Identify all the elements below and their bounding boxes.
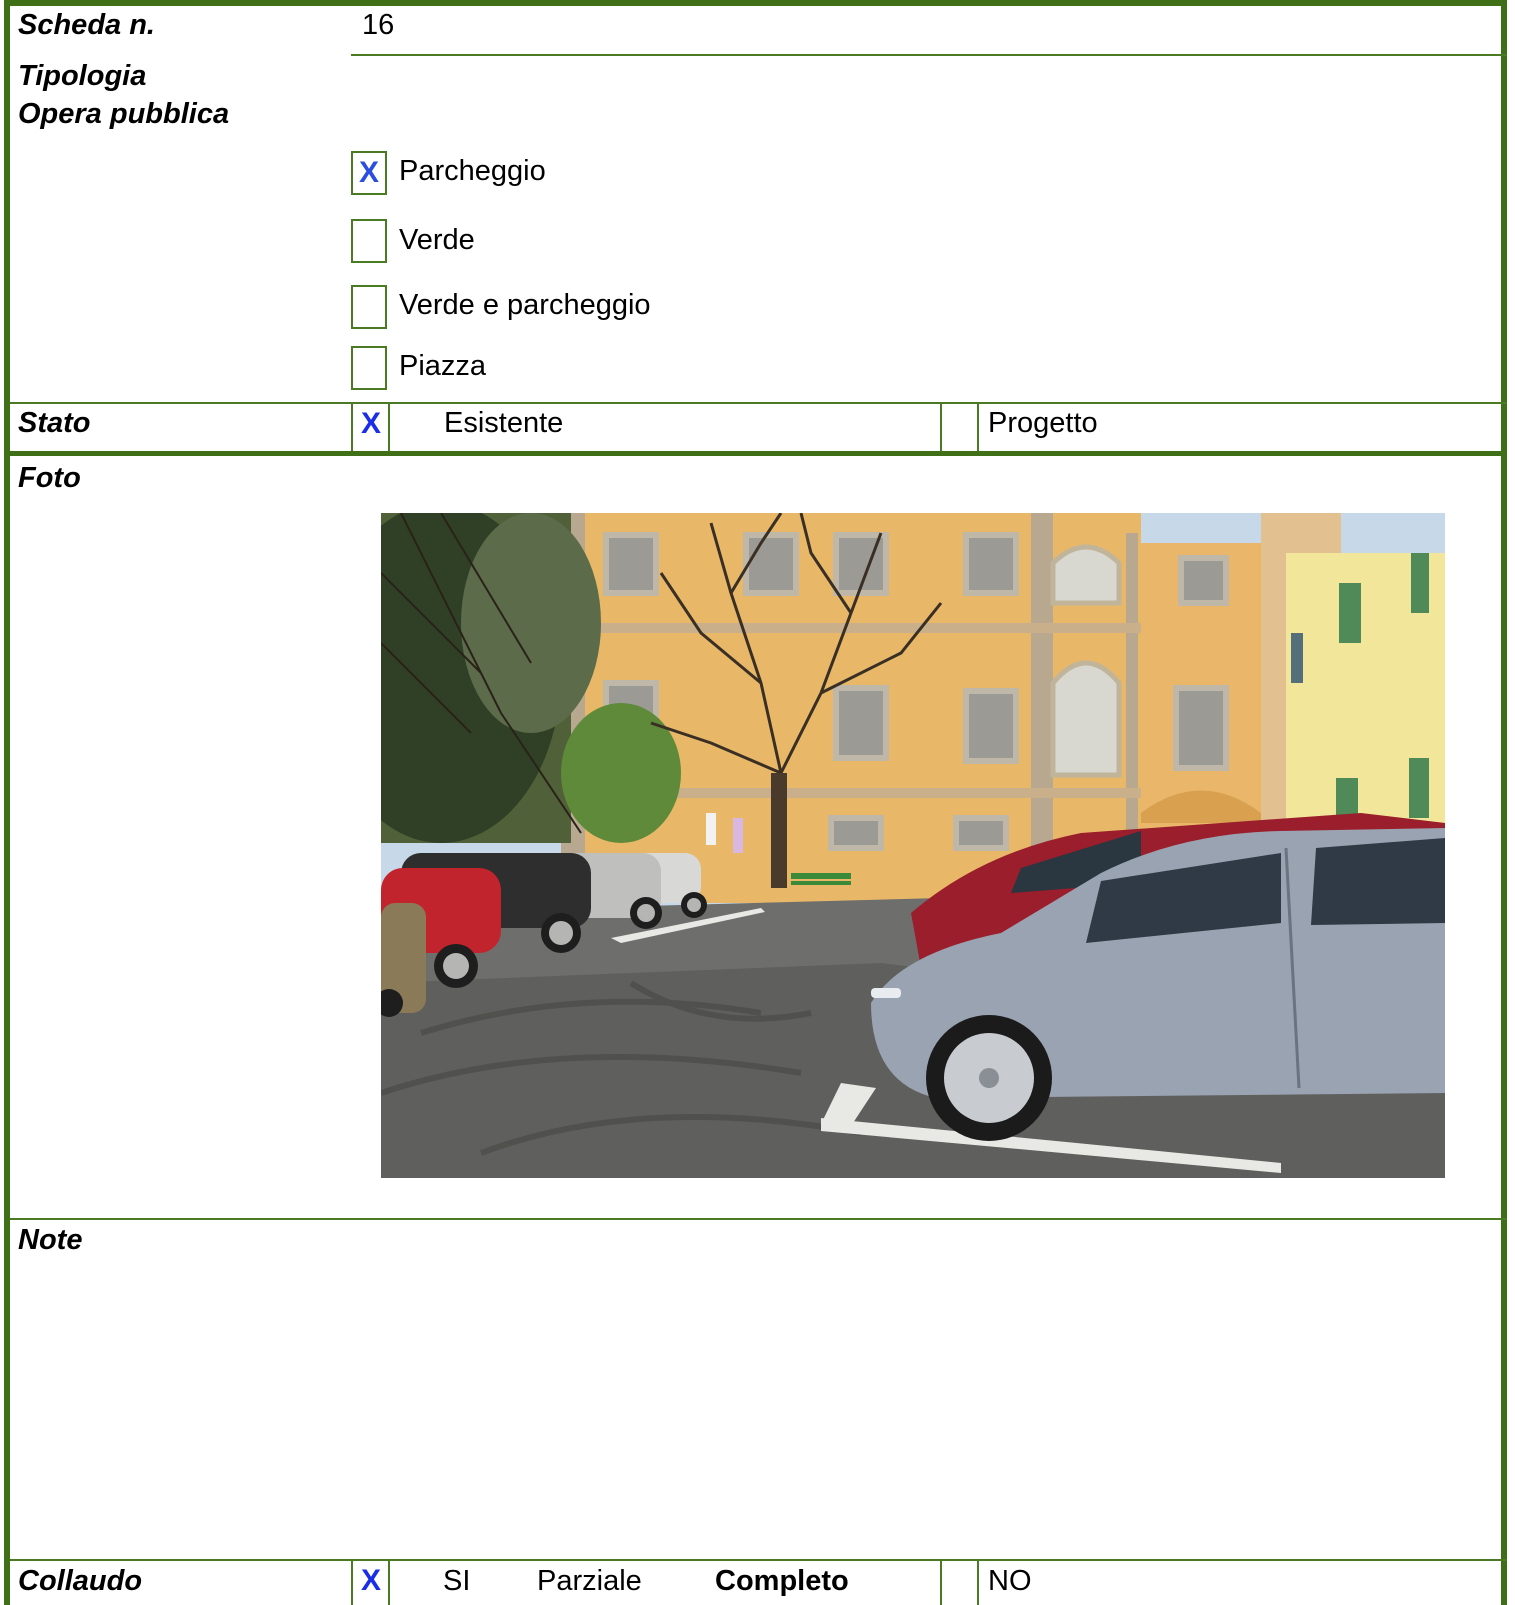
stato-progetto-label: Progetto	[988, 407, 1098, 439]
collaudo-si-mark[interactable]: X	[353, 1561, 389, 1601]
scheda-label: Scheda n.	[18, 9, 155, 41]
foto-label: Foto	[18, 462, 81, 494]
foto-divider	[10, 1218, 1507, 1220]
checkbox-parcheggio[interactable]: X	[351, 151, 387, 195]
stato-col-line-3	[940, 403, 942, 452]
checkbox-verde[interactable]	[351, 219, 387, 263]
checkbox-verde-e-parcheggio[interactable]	[351, 285, 387, 329]
note-label: Note	[18, 1224, 83, 1256]
option-verde-label: Verde	[399, 224, 475, 256]
option-verde-e-parcheggio-label: Verde e parcheggio	[399, 289, 651, 321]
stato-label: Stato	[18, 407, 91, 439]
parking-photo	[381, 513, 1445, 1178]
note-divider	[10, 1559, 1507, 1561]
stato-esistente-mark[interactable]: X	[353, 404, 389, 444]
tipologia-divider	[10, 402, 1507, 404]
collaudo-col-line-2	[388, 1560, 390, 1605]
option-parcheggio-label: Parcheggio	[399, 155, 546, 187]
stato-col-line-2	[388, 403, 390, 452]
collaudo-label: Collaudo	[18, 1565, 143, 1597]
stato-divider	[4, 451, 1507, 456]
collaudo-col-line-3	[940, 1560, 942, 1605]
collaudo-no-label: NO	[988, 1565, 1032, 1597]
collaudo-si-label: SI	[443, 1565, 471, 1597]
tipologia-label: Tipologia	[18, 60, 147, 92]
collaudo-col-line-4	[977, 1560, 979, 1605]
scheda-number: 16	[362, 9, 395, 41]
checkbox-piazza[interactable]	[351, 346, 387, 390]
option-piazza-label: Piazza	[399, 350, 487, 382]
note-text[interactable]	[362, 1222, 1492, 1552]
stato-col-line-4	[977, 403, 979, 452]
stato-esistente-label: Esistente	[444, 407, 564, 439]
opera-pubblica-label: Opera pubblica	[18, 98, 230, 130]
collaudo-completo-label[interactable]: Completo	[715, 1563, 849, 1599]
scheda-divider	[351, 54, 1507, 56]
collaudo-parziale-label[interactable]: Parziale	[537, 1563, 642, 1599]
